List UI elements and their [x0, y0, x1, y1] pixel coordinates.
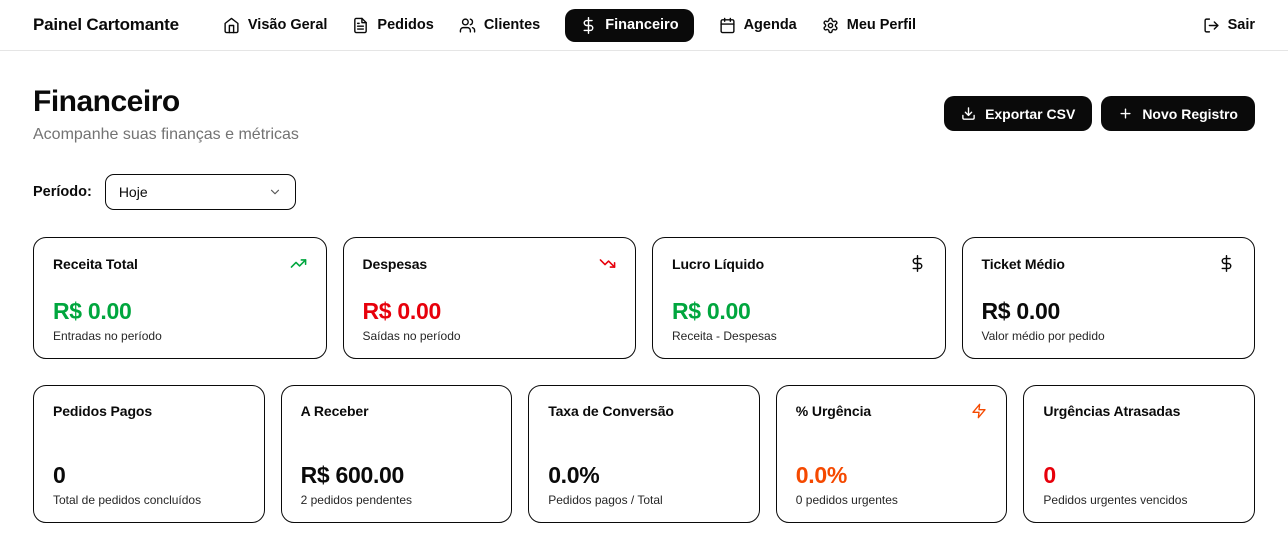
- download-icon: [961, 106, 976, 121]
- card-title: Despesas: [362, 255, 428, 272]
- card-value: 0.0%: [548, 461, 600, 488]
- main-nav: Visão Geral Pedidos Clientes Financeiro …: [223, 8, 916, 42]
- financeiro-page: Financeiro Acompanhe suas finanças e mét…: [0, 85, 1288, 523]
- zap-icon: [971, 403, 987, 419]
- logout-button[interactable]: Sair: [1203, 17, 1255, 34]
- metric-card-receita-total: Receita Total R$ 0.00 Entradas no períod…: [33, 237, 327, 359]
- period-selected-value: Hoje: [118, 184, 148, 200]
- trending-down-icon: [599, 255, 616, 272]
- card-sublabel: Pedidos urgentes vencidos: [1043, 493, 1188, 507]
- card-value: 0: [53, 461, 66, 488]
- card-title: A Receber: [300, 403, 369, 419]
- metrics-row-2: Pedidos Pagos 0 Total de pedidos concluí…: [33, 385, 1255, 523]
- calendar-icon: [719, 17, 736, 34]
- nav-item-meu-perfil[interactable]: Meu Perfil: [822, 17, 916, 34]
- dollar-icon: [1218, 255, 1235, 272]
- card-title: Receita Total: [53, 255, 138, 272]
- metric-card-ticket-medio: Ticket Médio R$ 0.00 Valor médio por ped…: [961, 237, 1255, 359]
- card-sublabel: Valor médio por pedido: [981, 329, 1105, 343]
- card-title: Lucro Líquido: [672, 255, 765, 272]
- trending-up-icon: [290, 255, 307, 272]
- users-icon: [459, 17, 476, 34]
- logout-label: Sair: [1227, 17, 1255, 33]
- card-sublabel: Total de pedidos concluídos: [53, 493, 202, 507]
- metric-card-lucro-liquido: Lucro Líquido R$ 0.00 Receita - Despesas: [652, 237, 946, 359]
- page-header: Financeiro Acompanhe suas finanças e mét…: [33, 85, 1255, 144]
- page-title: Financeiro: [33, 85, 180, 118]
- nav-label: Financeiro: [605, 17, 679, 33]
- nav-item-clientes[interactable]: Clientes: [459, 17, 540, 34]
- card-value: R$ 0.00: [672, 297, 751, 324]
- home-icon: [223, 17, 240, 34]
- card-value: 0: [1043, 461, 1056, 488]
- nav-item-pedidos[interactable]: Pedidos: [352, 17, 434, 34]
- card-value: R$ 0.00: [981, 297, 1061, 324]
- card-title: Urgências Atrasadas: [1043, 403, 1181, 419]
- metric-card-a-receber: A Receber R$ 600.00 2 pedidos pendentes: [280, 385, 513, 523]
- card-sublabel: Entradas no período: [53, 329, 162, 343]
- card-value: R$ 0.00: [53, 297, 132, 324]
- page-subtitle: Acompanhe suas finanças e métricas: [33, 126, 299, 143]
- card-value: 0.0%: [795, 461, 848, 488]
- export-csv-label: Exportar CSV: [985, 105, 1076, 122]
- nav-item-agenda[interactable]: Agenda: [719, 17, 797, 34]
- app-brand: Painel Cartomante: [33, 15, 179, 34]
- card-title: % Urgência: [795, 403, 872, 419]
- file-text-icon: [352, 17, 369, 34]
- new-record-label: Novo Registro: [1142, 105, 1238, 122]
- plus-icon: [1118, 106, 1133, 121]
- period-label: Período:: [33, 184, 92, 200]
- metric-card-taxa-conversao: Taxa de Conversão 0.0% Pedidos pagos / T…: [528, 385, 760, 523]
- card-sublabel: 2 pedidos pendentes: [300, 493, 413, 507]
- header-actions: Exportar CSV Novo Registro: [944, 96, 1255, 131]
- nav-item-visao-geral[interactable]: Visão Geral: [223, 17, 328, 34]
- chevron-down-icon: [268, 185, 282, 199]
- nav-item-financeiro[interactable]: Financeiro: [565, 8, 694, 42]
- gear-icon: [822, 17, 839, 34]
- card-value: R$ 600.00: [300, 461, 405, 488]
- metric-card-pedidos-pagos: Pedidos Pagos 0 Total de pedidos concluí…: [33, 385, 265, 523]
- metrics-row-1: Receita Total R$ 0.00 Entradas no períod…: [33, 237, 1255, 359]
- card-sublabel: 0 pedidos urgentes: [795, 493, 898, 507]
- dollar-icon: [909, 255, 926, 272]
- card-sublabel: Receita - Despesas: [672, 329, 777, 343]
- period-filter-row: Período: Hoje: [33, 174, 1255, 210]
- card-title: Pedidos Pagos: [53, 403, 153, 419]
- nav-label: Visão Geral: [247, 17, 328, 33]
- nav-label: Meu Perfil: [846, 17, 917, 33]
- period-select[interactable]: Hoje: [104, 174, 296, 210]
- metric-card-despesas: Despesas R$ 0.00 Saídas no período: [342, 237, 636, 359]
- card-title: Ticket Médio: [981, 255, 1065, 272]
- new-record-button[interactable]: Novo Registro: [1101, 96, 1255, 131]
- card-value: R$ 0.00: [362, 297, 442, 324]
- logout-icon: [1203, 17, 1220, 34]
- card-sublabel: Pedidos pagos / Total: [548, 493, 663, 507]
- metric-card-urgencias-atrasadas: Urgências Atrasadas 0 Pedidos urgentes v…: [1023, 385, 1255, 523]
- export-csv-button[interactable]: Exportar CSV: [944, 96, 1093, 131]
- nav-label: Pedidos: [377, 17, 434, 33]
- dollar-icon: [580, 16, 597, 34]
- card-title: Taxa de Conversão: [548, 403, 674, 419]
- metric-card-percent-urgencia: % Urgência 0.0% 0 pedidos urgentes: [775, 385, 1008, 523]
- top-nav-bar: Painel Cartomante Visão Geral Pedidos Cl…: [0, 0, 1288, 51]
- nav-label: Clientes: [483, 17, 541, 33]
- nav-label: Agenda: [743, 17, 797, 33]
- card-sublabel: Saídas no período: [362, 329, 461, 343]
